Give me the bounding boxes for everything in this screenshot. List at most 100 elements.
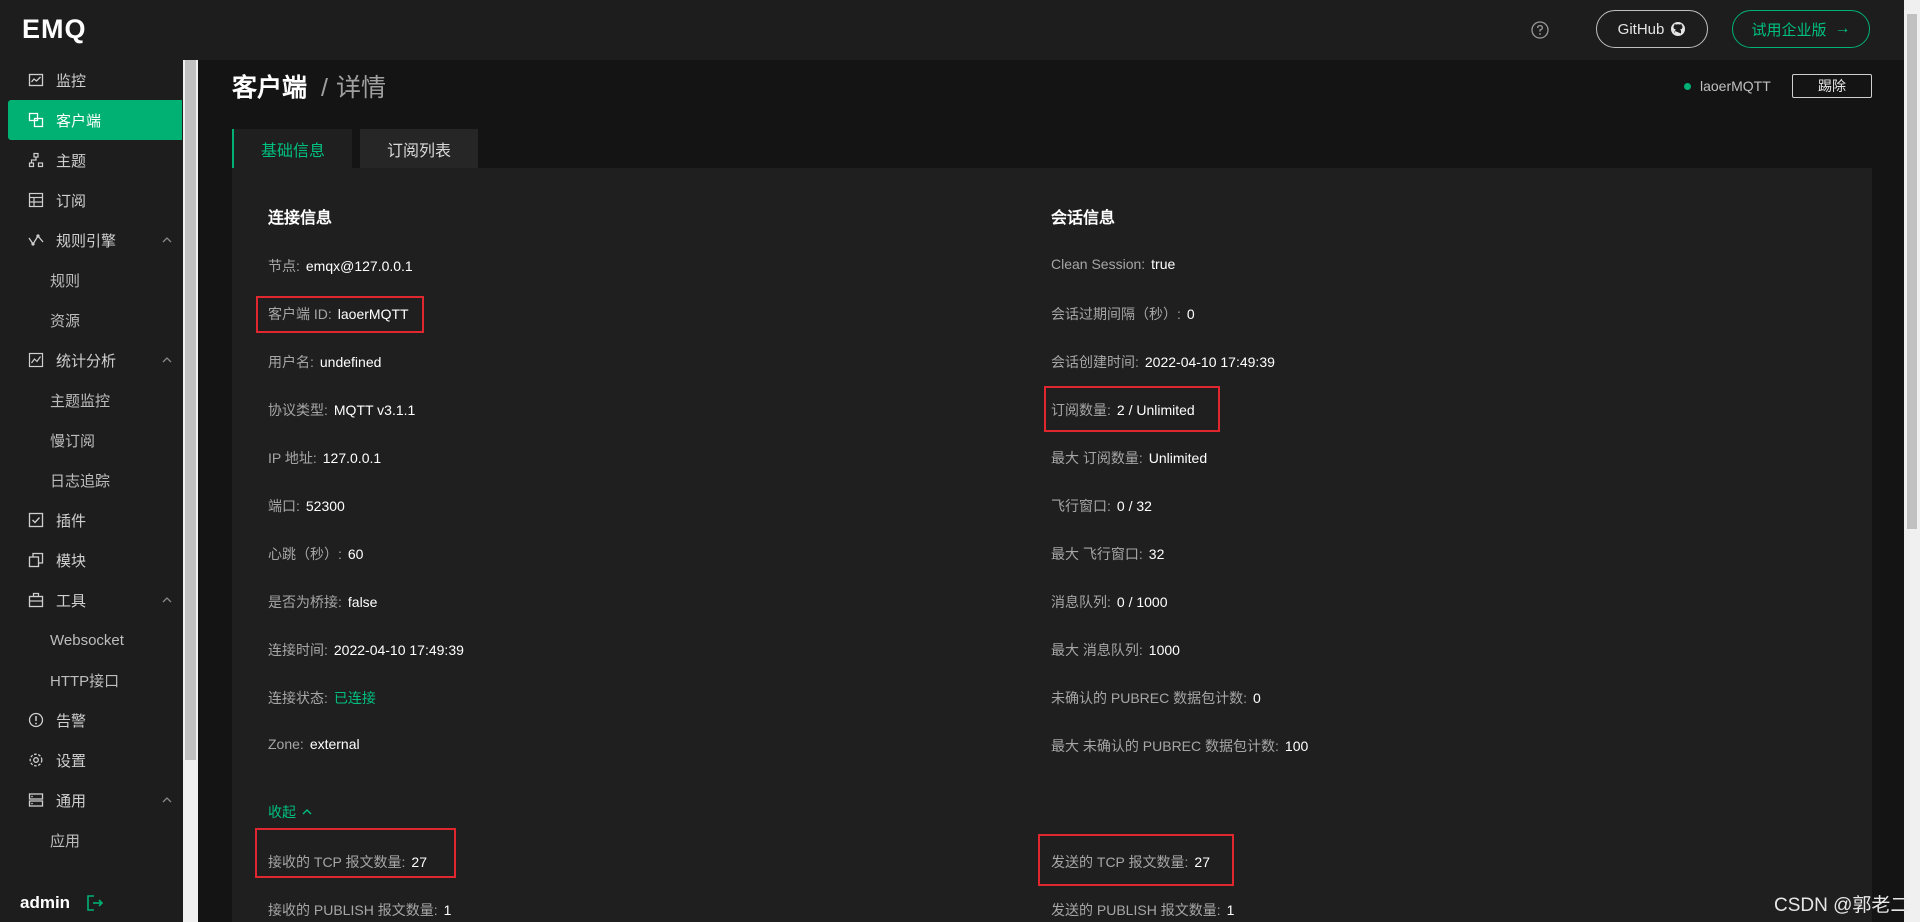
tab-subscriptions[interactable]: 订阅列表 bbox=[360, 129, 479, 169]
breadcrumb: 客户端 / 详情 bbox=[232, 68, 386, 104]
top-header: GitHub 试用企业版 → bbox=[198, 0, 1904, 60]
field-label: 最大 订阅数量: bbox=[1051, 450, 1143, 466]
field-is-bridge: 是否为桥接: false bbox=[268, 592, 377, 612]
try-enterprise-button[interactable]: 试用企业版 → bbox=[1732, 10, 1870, 48]
sidebar-item-label: 主题 bbox=[56, 152, 87, 170]
field-value: Unlimited bbox=[1148, 450, 1208, 466]
field-inflight: 飞行窗口: 0 / 32 bbox=[1051, 496, 1152, 516]
field-value: 0 / 32 bbox=[1116, 498, 1152, 514]
tab-basic-info[interactable]: 基础信息 bbox=[232, 129, 353, 169]
subscriptions-icon bbox=[28, 192, 44, 208]
sidebar-item-slow-subscriptions[interactable]: 慢订阅 bbox=[0, 420, 182, 460]
field-value: 127.0.0.1 bbox=[322, 450, 382, 466]
kick-button[interactable]: 踢除 bbox=[1792, 74, 1872, 98]
field-label: Zone: bbox=[268, 736, 304, 752]
sidebar-item-rules[interactable]: 规则 bbox=[0, 260, 182, 300]
sidebar-item-tools[interactable]: 工具 bbox=[0, 580, 182, 620]
field-value: 60 bbox=[347, 546, 364, 562]
sidebar-item-label: 统计分析 bbox=[56, 352, 117, 370]
field-label: 连接时间: bbox=[268, 642, 328, 658]
sidebar-item-alarms[interactable]: 告警 bbox=[0, 700, 182, 740]
field-clean-session: Clean Session: true bbox=[1051, 256, 1175, 272]
help-icon[interactable] bbox=[1530, 20, 1550, 40]
highlight-box bbox=[1038, 834, 1234, 886]
sidebar-item-analysis[interactable]: 统计分析 bbox=[0, 340, 182, 380]
sidebar-item-log-trace[interactable]: 日志追踪 bbox=[0, 460, 182, 500]
alert-icon bbox=[28, 712, 44, 728]
field-label: IP 地址: bbox=[268, 450, 317, 466]
field-value: 2022-04-10 17:49:39 bbox=[1144, 354, 1275, 370]
github-label: GitHub bbox=[1617, 20, 1665, 38]
sidebar-item-label: 订阅 bbox=[56, 192, 87, 210]
scrollbar-thumb[interactable] bbox=[185, 60, 196, 760]
field-label: 端口: bbox=[268, 498, 300, 514]
field-value: MQTT v3.1.1 bbox=[333, 402, 416, 418]
sidebar-scrollbar[interactable] bbox=[183, 60, 198, 922]
highlight-box bbox=[256, 296, 424, 333]
field-value: 0 bbox=[1186, 306, 1195, 322]
field-awaiting-rel: 未确认的 PUBREC 数据包计数: 0 bbox=[1051, 688, 1261, 708]
logout-icon[interactable] bbox=[86, 894, 104, 912]
enterprise-label: 试用企业版 bbox=[1751, 21, 1827, 39]
field-max-awaiting-rel: 最大 未确认的 PUBREC 数据包计数: 100 bbox=[1051, 736, 1308, 756]
field-max-inflight: 最大 飞行窗口: 32 bbox=[1051, 544, 1164, 564]
field-label: 协议类型: bbox=[268, 402, 328, 418]
field-value: false bbox=[347, 594, 378, 610]
field-keepalive: 心跳（秒）: 60 bbox=[268, 544, 363, 564]
server-icon bbox=[28, 792, 44, 808]
sidebar-item-plugins[interactable]: 插件 bbox=[0, 500, 182, 540]
field-value: undefined bbox=[319, 354, 382, 370]
field-value: true bbox=[1151, 256, 1176, 272]
checkbox-icon bbox=[28, 512, 44, 528]
sidebar-item-topic-metrics[interactable]: 主题监控 bbox=[0, 380, 182, 420]
github-button[interactable]: GitHub bbox=[1596, 10, 1708, 48]
emq-logo[interactable]: EMQ bbox=[22, 14, 87, 45]
arrow-right-icon: → bbox=[1834, 20, 1851, 37]
sidebar-item-general[interactable]: 通用 bbox=[0, 780, 182, 820]
field-label: 心跳（秒）: bbox=[268, 546, 342, 562]
collapse-label: 收起 bbox=[268, 804, 296, 820]
sidebar-item-monitor[interactable]: 监控 bbox=[0, 60, 182, 100]
sidebar-item-websocket[interactable]: Websocket bbox=[0, 620, 182, 660]
field-value: 1 bbox=[1226, 902, 1235, 918]
field-value: 已连接 bbox=[333, 690, 376, 706]
chevron-up-icon bbox=[302, 809, 312, 815]
sidebar-item-label: 插件 bbox=[56, 512, 87, 530]
modules-icon bbox=[28, 552, 44, 568]
sidebar-item-resources[interactable]: 资源 bbox=[0, 300, 182, 340]
breadcrumb-details: 详情 bbox=[335, 74, 386, 102]
page-scrollbar[interactable] bbox=[1904, 0, 1920, 922]
connection-info-title: 连接信息 bbox=[268, 210, 333, 227]
collapse-toggle[interactable]: 收起 bbox=[268, 802, 314, 822]
sidebar-item-applications[interactable]: 应用 bbox=[0, 820, 182, 860]
field-label: 连接状态: bbox=[268, 690, 328, 706]
sidebar-item-label: 通用 bbox=[56, 792, 87, 810]
breadcrumb-separator: / bbox=[321, 74, 328, 102]
field-label: Clean Session: bbox=[1051, 256, 1146, 272]
sidebar-nav: 监控 客户端 主题 订阅 规则引擎 规则 资源 统计分析 主题监控 慢订阅 日志… bbox=[0, 60, 182, 860]
field-value: 100 bbox=[1284, 738, 1309, 754]
field-label: 消息队列: bbox=[1051, 594, 1111, 610]
sidebar-item-clients[interactable]: 客户端 bbox=[8, 100, 182, 140]
field-label: 会话创建时间: bbox=[1051, 354, 1139, 370]
field-label: 未确认的 PUBREC 数据包计数: bbox=[1051, 690, 1248, 706]
sidebar-item-settings[interactable]: 设置 bbox=[0, 740, 182, 780]
monitor-icon bbox=[28, 72, 44, 88]
field-value: 2022-04-10 17:49:39 bbox=[333, 642, 464, 658]
sidebar-item-modules[interactable]: 模块 bbox=[0, 540, 182, 580]
breadcrumb-clients[interactable]: 客户端 bbox=[232, 74, 307, 102]
field-value: external bbox=[309, 736, 360, 752]
field-value: 1 bbox=[443, 902, 452, 918]
analysis-icon bbox=[28, 352, 44, 368]
field-max-subscriptions: 最大 订阅数量: Unlimited bbox=[1051, 448, 1207, 468]
field-value: 32 bbox=[1148, 546, 1165, 562]
sidebar-item-subscriptions[interactable]: 订阅 bbox=[0, 180, 182, 220]
field-label: 发送的 PUBLISH 报文数量: bbox=[1051, 902, 1221, 918]
sidebar-item-label: 模块 bbox=[56, 552, 87, 570]
sidebar-item-topics[interactable]: 主题 bbox=[0, 140, 182, 180]
chevron-up-icon bbox=[162, 237, 172, 243]
scrollbar-thumb[interactable] bbox=[1907, 14, 1917, 529]
sidebar-item-rule-engine[interactable]: 规则引擎 bbox=[0, 220, 182, 260]
tab-bar: 基础信息 订阅列表 bbox=[232, 129, 486, 169]
sidebar-item-http-api[interactable]: HTTP接口 bbox=[0, 660, 182, 700]
